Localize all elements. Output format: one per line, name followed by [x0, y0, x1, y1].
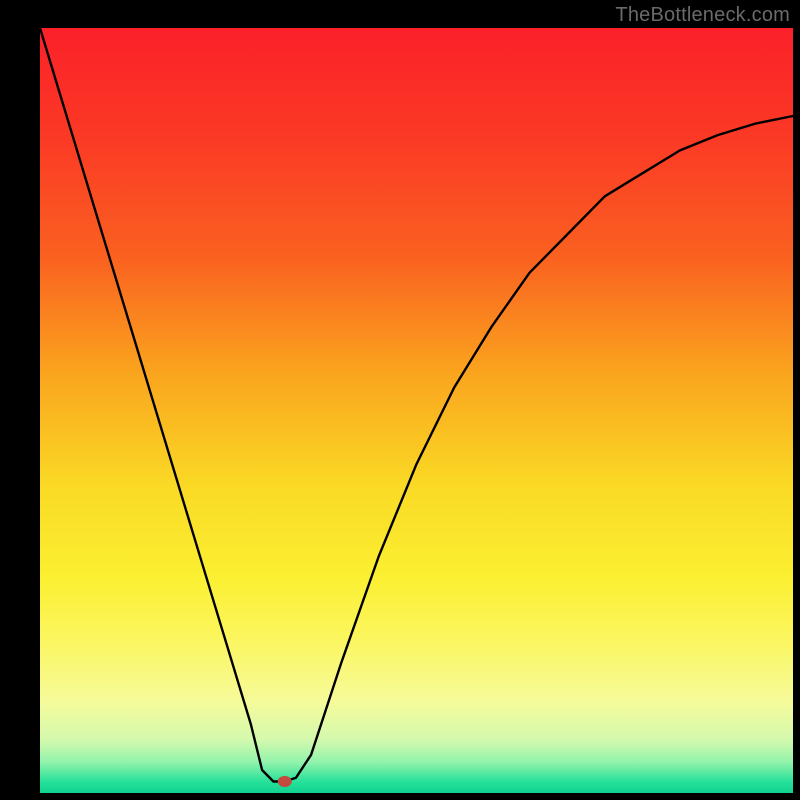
- bottleneck-chart: [0, 0, 800, 800]
- chart-frame: TheBottleneck.com: [0, 0, 800, 800]
- plot-background: [40, 28, 793, 793]
- optimal-point-marker: [278, 776, 292, 787]
- watermark-text: TheBottleneck.com: [615, 4, 790, 27]
